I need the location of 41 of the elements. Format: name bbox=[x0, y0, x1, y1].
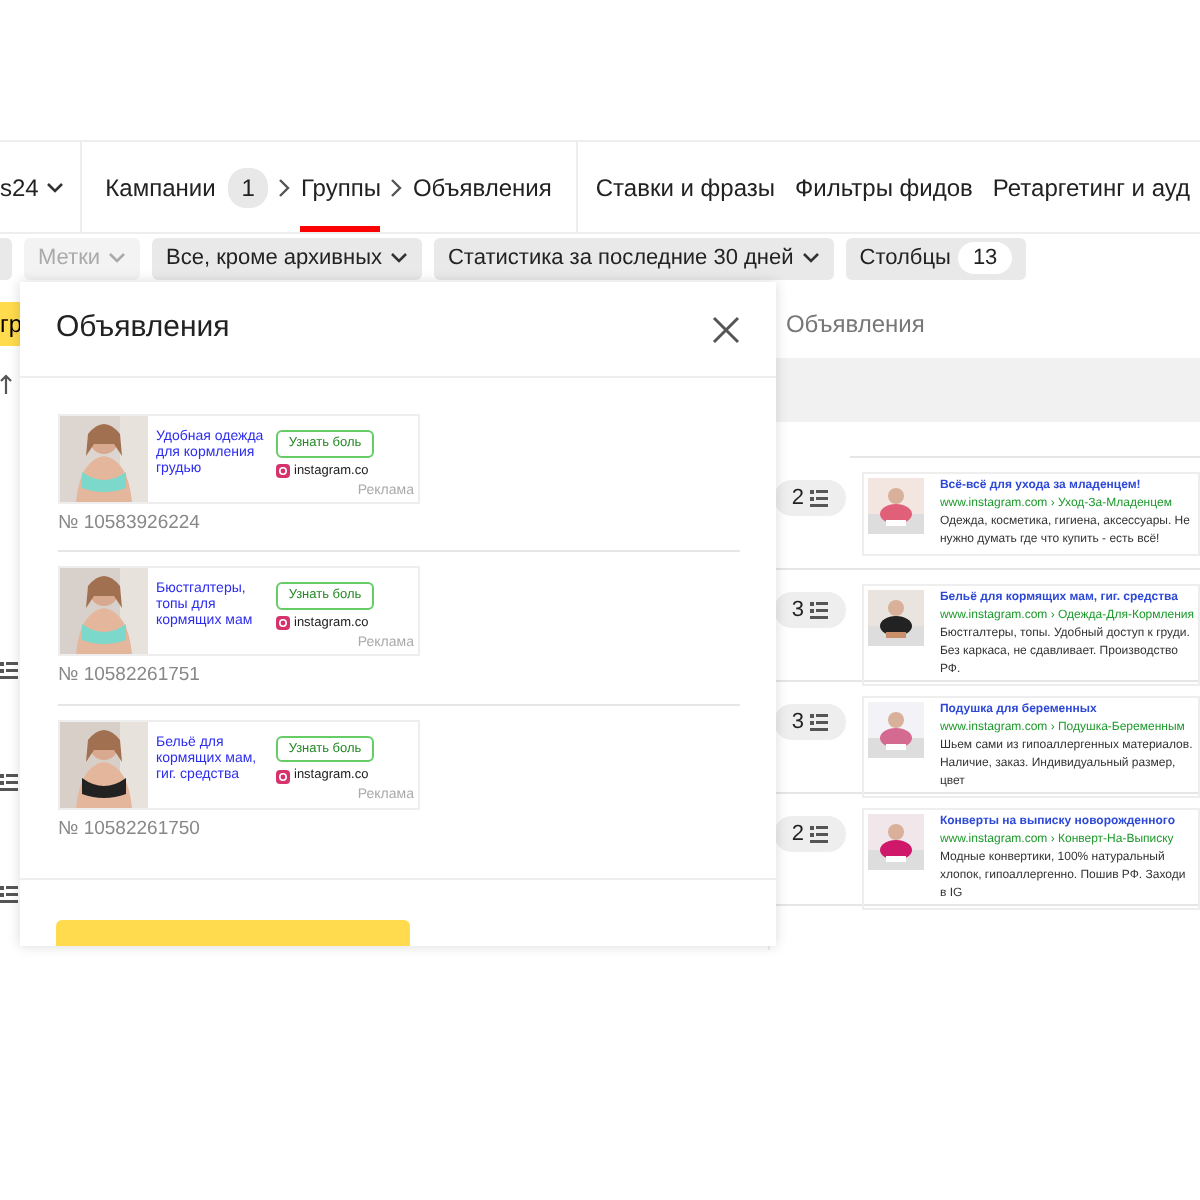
ad-number: № 10582261751 bbox=[58, 662, 202, 691]
ad-count: 2 bbox=[791, 819, 805, 850]
chevron-down-icon bbox=[389, 252, 408, 264]
nav-tab[interactable]: Ставки и фразы bbox=[585, 169, 786, 205]
breadcrumb-tab[interactable]: Группы bbox=[300, 142, 381, 232]
instagram-icon bbox=[276, 616, 290, 631]
filter-dropdown[interactable]: Столбцы 13 bbox=[845, 237, 1026, 279]
ad-number: № 10582261750 bbox=[58, 815, 202, 843]
account-name: s24 bbox=[0, 171, 39, 205]
ad-count-button[interactable]: 2 bbox=[773, 816, 846, 852]
ad-count-button[interactable]: 3 bbox=[773, 592, 846, 628]
breadcrumb-tab[interactable]: Объявления bbox=[412, 142, 552, 232]
chevron-right-icon bbox=[390, 177, 403, 197]
breadcrumb-tab[interactable]: Кампании 1 bbox=[105, 142, 269, 232]
sort-arrow-icon[interactable] bbox=[0, 374, 12, 394]
count-badge: 13 bbox=[958, 241, 1012, 275]
chevron-down-icon bbox=[801, 252, 820, 264]
nav-tab[interactable]: Ретаргетинг и ауд bbox=[982, 169, 1200, 205]
modal-title: Объявления bbox=[56, 308, 230, 349]
ad-count: 3 bbox=[791, 595, 805, 626]
filter-dropdown[interactable]: Все, кроме архивных bbox=[152, 237, 422, 279]
list-icon bbox=[810, 713, 829, 731]
account-selector[interactable]: s24 bbox=[0, 142, 82, 232]
list-icon bbox=[810, 825, 829, 843]
ad-count-button[interactable]: 3 bbox=[773, 704, 846, 740]
column-header: Объявления bbox=[783, 308, 927, 342]
ad-number: № 10583926224 bbox=[58, 510, 202, 538]
chevron-down-icon bbox=[46, 181, 65, 193]
chevron-right-icon bbox=[278, 177, 291, 197]
count-badge: 1 bbox=[227, 167, 269, 207]
ad-count-button[interactable]: 2 bbox=[773, 480, 846, 516]
nav-tab[interactable]: Фильтры фидов bbox=[785, 169, 983, 205]
chevron-down-icon bbox=[108, 252, 127, 264]
filter-dropdown[interactable]: Статистика за последние 30 дней bbox=[433, 237, 834, 279]
ad-count: 3 bbox=[791, 707, 805, 738]
close-button[interactable] bbox=[712, 315, 740, 343]
list-icon bbox=[810, 601, 829, 619]
ad-count: 2 bbox=[791, 483, 805, 514]
instagram-icon bbox=[276, 464, 290, 479]
list-icon bbox=[810, 489, 829, 507]
instagram-icon bbox=[276, 769, 290, 784]
